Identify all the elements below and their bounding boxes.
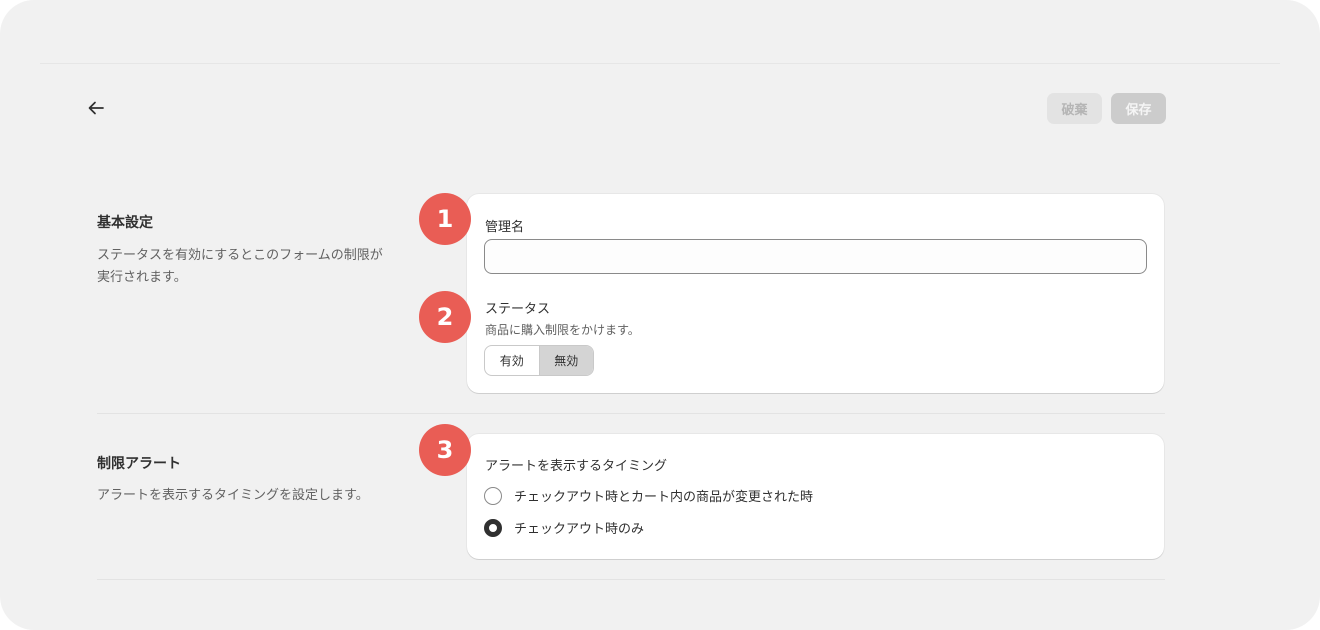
alert-settings-title: 制限アラート — [97, 456, 181, 472]
basic-settings-description-line1: ステータスを有効にするとこのフォームの制限が — [97, 248, 383, 263]
radio-option-checkout-only[interactable]: チェックアウト時のみ — [484, 518, 644, 537]
radio-option-label: チェックアウト時のみ — [514, 522, 645, 537]
annotation-badge-1: 1 — [419, 193, 471, 245]
discard-button[interactable]: 破棄 — [1047, 93, 1102, 124]
save-button[interactable]: 保存 — [1111, 93, 1166, 124]
annotation-badge-3: 3 — [419, 424, 471, 476]
app-frame: 破棄 保存 基本設定 ステータスを有効にするとこのフォームの制限が 実行されます… — [0, 0, 1320, 630]
alert-settings-description: アラートを表示するタイミングを設定します。 — [97, 488, 369, 503]
status-option-enabled[interactable]: 有効 — [485, 346, 539, 375]
section-divider-bottom — [97, 579, 1165, 580]
status-segmented-control: 有効 無効 — [484, 345, 594, 376]
radio-checked-icon[interactable] — [484, 518, 502, 537]
arrow-left-icon — [88, 101, 104, 115]
radio-unchecked-icon[interactable] — [484, 486, 502, 505]
annotation-badge-2: 2 — [419, 291, 471, 343]
top-divider — [40, 63, 1280, 64]
basic-settings-description: ステータスを有効にするとこのフォームの制限が 実行されます。 — [97, 245, 437, 289]
status-help-text: 商品に購入制限をかけます。 — [485, 323, 640, 337]
radio-option-checkout-and-cart[interactable]: チェックアウト時とカート内の商品が変更された時 — [484, 486, 813, 505]
back-button[interactable] — [84, 96, 108, 120]
name-field[interactable] — [484, 239, 1147, 274]
section-divider — [97, 413, 1165, 414]
alert-timing-label: アラートを表示するタイミング — [485, 459, 668, 474]
basic-settings-description-line2: 実行されます。 — [97, 270, 187, 285]
radio-option-label: チェックアウト時とカート内の商品が変更された時 — [514, 490, 814, 505]
status-label: ステータス — [485, 302, 551, 317]
name-field-label: 管理名 — [485, 220, 525, 235]
basic-settings-title: 基本設定 — [97, 215, 153, 231]
status-option-disabled[interactable]: 無効 — [538, 346, 593, 375]
